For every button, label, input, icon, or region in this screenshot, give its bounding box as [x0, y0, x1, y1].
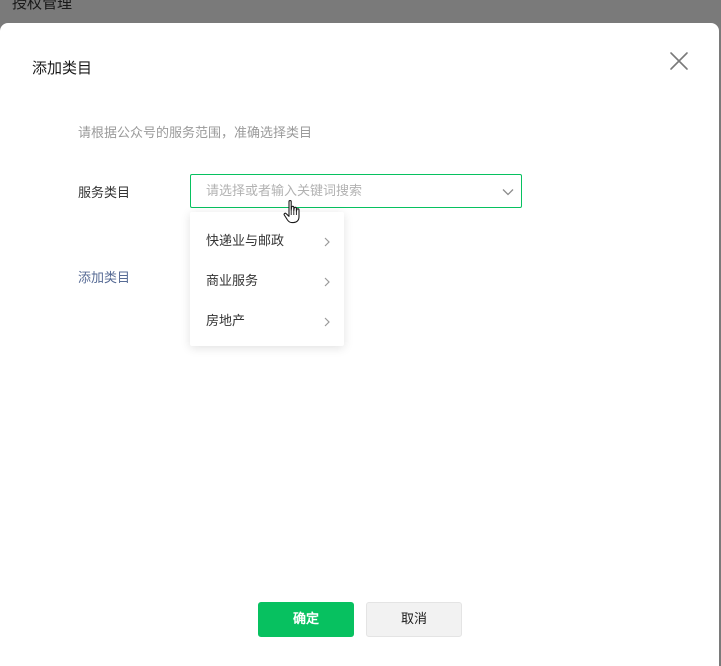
add-category-link[interactable]: 添加类目	[78, 267, 130, 286]
category-select[interactable]	[190, 174, 522, 208]
dropdown-item-express-postal[interactable]: 快递业与邮政	[190, 219, 344, 259]
service-category-label: 服务类目	[78, 186, 131, 201]
dropdown-item-real-estate[interactable]: 房地产	[190, 299, 344, 339]
close-icon[interactable]	[667, 49, 691, 73]
chevron-right-icon	[322, 233, 332, 247]
dropdown-item-label: 房地产	[206, 314, 246, 329]
cancel-button[interactable]: 取消	[366, 602, 462, 637]
category-tip: 请根据公众号的服务范围，准确选择类目	[78, 126, 313, 141]
chevron-right-icon	[322, 273, 332, 287]
chevron-down-icon[interactable]	[501, 184, 515, 198]
hand-pointer-cursor-icon	[282, 199, 304, 225]
add-category-dialog: 添加类目 请根据公众号的服务范围，准确选择类目 服务类目 快递业与邮政 商业服务	[0, 23, 719, 666]
category-dropdown: 快递业与邮政 商业服务 房地产	[190, 212, 344, 346]
dropdown-item-label: 商业服务	[206, 274, 259, 289]
category-search-input[interactable]	[191, 175, 481, 207]
dropdown-item-label: 快递业与邮政	[206, 234, 285, 249]
confirm-button[interactable]: 确定	[258, 602, 354, 637]
dropdown-item-business-services[interactable]: 商业服务	[190, 259, 344, 299]
dialog-title: 添加类目	[32, 59, 93, 77]
chevron-right-icon	[322, 313, 332, 327]
